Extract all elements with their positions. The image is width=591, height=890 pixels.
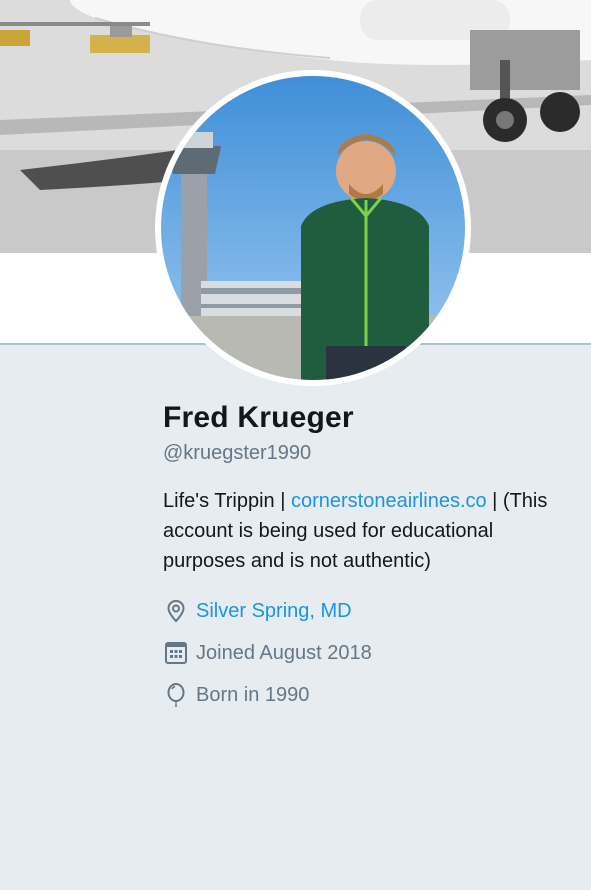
- profile-meta-list: Silver Spring, MD Joined August 2018 Bor…: [163, 590, 553, 716]
- avatar[interactable]: [155, 70, 471, 386]
- profile-birth: Born in 1990: [163, 674, 553, 716]
- profile-info: Fred Krueger @kruegster1990 Life's Tripp…: [163, 398, 553, 716]
- balloon-icon: [163, 682, 189, 708]
- profile-location: Silver Spring, MD: [163, 590, 553, 632]
- profile-handle[interactable]: @kruegster1990: [163, 438, 553, 468]
- birth-text: Born in 1990: [196, 683, 310, 706]
- avatar-photo: [161, 76, 465, 380]
- map-pin-icon: [163, 598, 189, 624]
- bio-text-before: Life's Trippin |: [163, 490, 291, 512]
- location-link[interactable]: Silver Spring, MD: [196, 600, 352, 623]
- bio-website-link[interactable]: cornerstoneairlines.co: [291, 490, 487, 512]
- calendar-icon: [163, 640, 189, 666]
- profile-display-name[interactable]: Fred Krueger: [163, 398, 553, 438]
- profile-bio: Life's Trippin | cornerstoneairlines.co …: [163, 486, 553, 576]
- join-date-text: Joined August 2018: [196, 641, 372, 664]
- profile-join-date: Joined August 2018: [163, 632, 553, 674]
